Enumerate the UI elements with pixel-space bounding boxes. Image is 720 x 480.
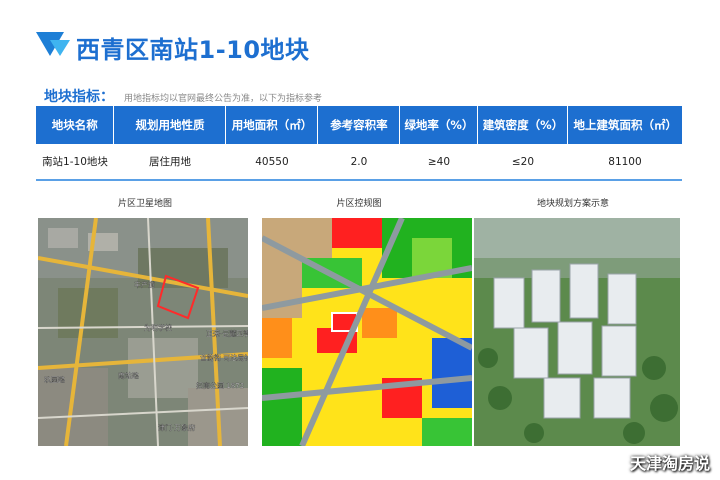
col-header-name: 地块名称 [36,106,115,144]
col-header-area: 用地面积（㎡） [225,106,319,144]
zoning-map-image [262,218,472,446]
page-title: 西青区南站1-10地块 [76,36,310,64]
rendering-image [474,218,680,446]
label-venue: 含韵街 司法局社区 [200,353,248,362]
label-south: 津门·万象府 [158,423,195,432]
cell-name: 南站1-10地块 [36,144,114,181]
cell-density: ≤20 [477,144,568,181]
cell-gfa: 81100 [567,144,682,181]
watermark: 天津淘房说 [629,454,710,473]
label-north: 南站路 [118,371,139,380]
indicators-label: 地块指标： [44,89,114,105]
indicators-table: 地块名称 规划用地性质 用地面积（㎡） 参考容积率 绿地率（%） 建筑密度（%）… [36,106,682,181]
col-header-green: 绿地率（%） [399,106,479,144]
col-header-gfa: 地上建筑面积（㎡） [573,118,677,132]
label-east: 玖园路 [44,375,65,384]
cell-green: ≥40 [399,144,478,181]
caption-zoning: 片区控规图 [336,199,382,209]
indicators-heading: 地块指标： 用地指标均以官网最终公告为准，以下为指标参考 [44,86,322,106]
cell-area: 40550 [225,144,318,181]
table-header-row: 地块名称 规划用地性质 用地面积（㎡） 参考容积率 绿地率（%） 建筑密度（%）… [36,106,682,144]
image-captions: 片区卫星地图 片区控规图 地块规划方案示意 [38,196,680,209]
label-road1: 丰产道 [134,280,155,289]
page-header: 西青区南站1-10地块 [36,26,336,70]
indicators-note: 用地指标均以官网最终公告为准，以下为指标参考 [124,94,323,104]
satellite-map-image: 丰产道 为明学校 正荣·云麓四季 含韵街 司法局社区 招商公园 1872 玖园路… [38,218,248,446]
caption-rendering: 地块规划方案示意 [536,199,609,209]
col-header-far: 参考容积率 [317,106,401,144]
label-mall: 正荣·云麓四季 [206,329,248,338]
caption-satellite: 片区卫星地图 [117,199,172,209]
logo-triangle-accent-icon [50,40,70,56]
col-header-use: 规划用地性质 [113,106,227,144]
label-school: 为明学校 [144,323,172,332]
cell-use: 居住用地 [113,144,226,181]
cell-far: 2.0 [317,144,400,181]
table-row: 南站1-10地块 居住用地 40550 2.0 ≥40 ≤20 81100 [36,144,682,181]
col-header-density: 建筑密度（%） [477,106,569,144]
label-park: 招商公园 1872 [196,381,244,390]
